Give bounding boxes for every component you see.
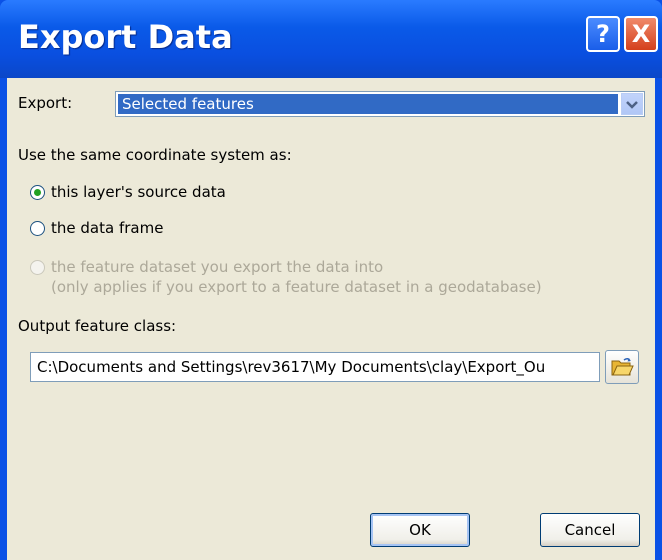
radio-feature-dataset[interactable]	[30, 260, 45, 275]
browse-button[interactable]	[605, 350, 639, 384]
radio-source-data-label: this layer's source data	[51, 183, 226, 201]
help-icon: ?	[596, 20, 610, 48]
title-bar[interactable]: Export Data ? X	[0, 0, 662, 78]
dropdown-arrow-button[interactable]	[621, 93, 643, 115]
coordinate-system-heading: Use the same coordinate system as:	[18, 146, 292, 164]
help-button[interactable]: ?	[586, 16, 620, 52]
radio-feature-dataset-note: (only applies if you export to a feature…	[51, 278, 542, 296]
radio-source-data[interactable]	[30, 185, 45, 200]
dialog-body: Export: Selected features Use the same c…	[7, 78, 655, 560]
output-feature-class-label: Output feature class:	[18, 317, 177, 335]
export-label: Export:	[18, 94, 73, 112]
radio-data-frame[interactable]	[30, 221, 45, 236]
export-data-dialog: Export Data ? X Export: Selected feature…	[0, 0, 662, 560]
cancel-button[interactable]: Cancel	[540, 513, 640, 547]
radio-data-frame-label: the data frame	[51, 219, 164, 237]
close-icon: X	[631, 20, 651, 48]
ok-button[interactable]: OK	[370, 513, 470, 547]
window-title: Export Data	[18, 18, 233, 56]
open-folder-icon	[611, 357, 634, 376]
export-dropdown[interactable]: Selected features	[115, 91, 645, 117]
export-dropdown-value: Selected features	[118, 94, 618, 114]
output-path-field[interactable]: C:\Documents and Settings\rev3617\My Doc…	[30, 352, 600, 382]
close-button[interactable]: X	[624, 16, 658, 52]
radio-feature-dataset-label: the feature dataset you export the data …	[51, 258, 384, 276]
chevron-down-icon	[626, 101, 638, 109]
